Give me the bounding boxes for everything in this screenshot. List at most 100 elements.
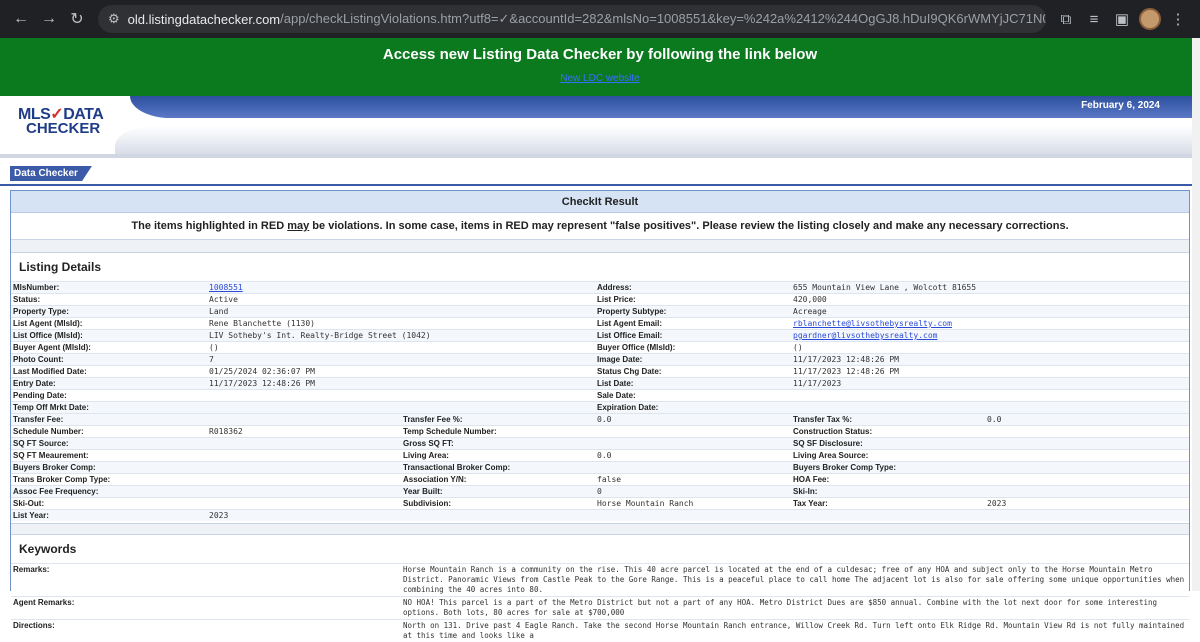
- field-label: Image Date:: [595, 354, 791, 366]
- field-label: Buyer Office (MlsId):: [595, 342, 791, 354]
- listing-details-table-extended: Transfer Fee:Transfer Fee %:0.0Transfer …: [11, 413, 1189, 521]
- field-label: Last Modified Date:: [11, 366, 207, 378]
- field-label: Status:: [11, 294, 207, 306]
- field-value: [595, 462, 791, 474]
- field-value: (): [791, 342, 1189, 354]
- menu-kebab-icon[interactable]: ⋮: [1164, 5, 1192, 33]
- disclaimer-em: may: [287, 220, 309, 232]
- field-label: SQ FT Source:: [11, 438, 207, 450]
- keyword-value: Horse Mountain Ranch is a community on t…: [401, 564, 1189, 597]
- field-value: LIV Sotheby's Int. Realty-Bridge Street …: [207, 330, 595, 342]
- field-label: Expiration Date:: [595, 402, 791, 414]
- keyword-value: North on 131. Drive past 4 Eagle Ranch. …: [401, 620, 1189, 642]
- side-panel-icon[interactable]: ▣: [1108, 5, 1136, 33]
- checkit-panel: CheckIt Result The items highlighted in …: [10, 190, 1190, 591]
- field-value: 11/17/2023 12:48:26 PM: [207, 378, 595, 390]
- logo-checker: CHECKER: [26, 120, 118, 137]
- mls-data-checker-logo[interactable]: MLS✓DATA CHECKER: [18, 104, 118, 144]
- field-value: [985, 438, 1189, 450]
- field-label: Schedule Number:: [11, 426, 207, 438]
- url-path: /app/checkListingViolations.htm?utf8=✓&a…: [280, 11, 1046, 27]
- keyword-label: Directions:: [11, 620, 401, 642]
- field-label: Association Y/N:: [401, 474, 595, 486]
- email-link[interactable]: pgardner@livsothebysrealty.com: [793, 331, 938, 340]
- table-row: Photo Count:7Image Date:11/17/2023 12:48…: [11, 354, 1189, 366]
- field-value: [207, 474, 401, 486]
- field-label: List Office (MlsId):: [11, 330, 207, 342]
- table-row: Buyers Broker Comp:Transactional Broker …: [11, 462, 1189, 474]
- breadcrumb: Data Checker: [0, 166, 1200, 184]
- field-value: 1008551: [207, 282, 595, 294]
- field-label: Temp Schedule Number:: [401, 426, 595, 438]
- table-row: SQ FT Meaurement:Living Area:0.0Living A…: [11, 450, 1189, 462]
- table-row: List Year:2023: [11, 510, 1189, 522]
- keywords-table: Remarks:Horse Mountain Ranch is a commun…: [11, 563, 1189, 642]
- field-label: List Price:: [595, 294, 791, 306]
- keyword-row: Remarks:Horse Mountain Ranch is a commun…: [11, 564, 1189, 597]
- field-value: R018362: [207, 426, 401, 438]
- field-label: Status Chg Date:: [595, 366, 791, 378]
- extensions-icon[interactable]: ⧉: [1052, 5, 1080, 33]
- listing-details-table: MlsNumber:1008551 Address:655 Mountain Vi…: [11, 281, 1189, 413]
- field-value: [791, 390, 1189, 402]
- table-row: Entry Date:11/17/2023 12:48:26 PMList Da…: [11, 378, 1189, 390]
- table-row: Buyer Agent (MlsId):()Buyer Office (MlsI…: [11, 342, 1189, 354]
- field-value: Rene Blanchette (1130): [207, 318, 595, 330]
- field-label: MlsNumber:: [11, 282, 207, 294]
- field-value: [985, 510, 1189, 522]
- reload-icon[interactable]: ↻: [64, 6, 90, 32]
- table-row: List Office (MlsId):LIV Sotheby's Int. R…: [11, 330, 1189, 342]
- reading-list-icon[interactable]: ≡: [1080, 5, 1108, 33]
- field-value: [595, 438, 791, 450]
- listing-details-title: Listing Details: [11, 253, 1189, 281]
- field-value: 11/17/2023 12:48:26 PM: [791, 366, 1189, 378]
- breadcrumb-line: [0, 184, 1200, 186]
- mls-number-link[interactable]: 1008551: [209, 283, 243, 292]
- breadcrumb-data-checker[interactable]: Data Checker: [10, 166, 92, 181]
- field-value: 2023: [207, 510, 401, 522]
- field-label: Tax Year:: [791, 498, 985, 510]
- field-label: Ski-Out:: [11, 498, 207, 510]
- new-ldc-link[interactable]: New LDC website: [560, 73, 639, 84]
- field-label: SQ SF Disclosure:: [791, 438, 985, 450]
- field-label: Pending Date:: [11, 390, 207, 402]
- section-spacer: [11, 239, 1189, 253]
- table-row: Schedule Number:R018362Temp Schedule Num…: [11, 426, 1189, 438]
- keyword-value: NO HOA! This parcel is a part of the Met…: [401, 597, 1189, 620]
- field-label: Trans Broker Comp Type:: [11, 474, 207, 486]
- field-label: Living Area Source:: [791, 450, 985, 462]
- field-label: List Office Email:: [595, 330, 791, 342]
- avatar[interactable]: [1139, 8, 1161, 30]
- field-label: Temp Off Mrkt Date:: [11, 402, 207, 414]
- field-value: [985, 486, 1189, 498]
- keywords-title: Keywords: [11, 535, 1189, 563]
- field-value: [595, 510, 791, 522]
- profile-avatar[interactable]: [1136, 5, 1164, 33]
- field-label: Year Built:: [401, 486, 595, 498]
- field-value: [985, 462, 1189, 474]
- field-label: [791, 510, 985, 522]
- field-value: rblanchette@livsothebysrealty.com: [791, 318, 1189, 330]
- site-info-icon[interactable]: ⚙: [108, 11, 120, 27]
- email-link[interactable]: rblanchette@livsothebysrealty.com: [793, 319, 952, 328]
- address-bar[interactable]: ⚙ old.listingdatachecker.com/app/checkLi…: [98, 5, 1046, 33]
- field-value: 11/17/2023: [791, 378, 1189, 390]
- field-value: [207, 402, 595, 414]
- field-value: 655 Mountain View Lane , Wolcott 81655: [791, 282, 1189, 294]
- page-scrollbar[interactable]: [1192, 38, 1200, 591]
- forward-icon[interactable]: →: [36, 6, 62, 32]
- field-label: Transfer Fee:: [11, 414, 207, 426]
- back-icon[interactable]: ←: [8, 6, 34, 32]
- field-value: 01/25/2024 02:36:07 PM: [207, 366, 595, 378]
- disclaimer-pre: The items highlighted in RED: [131, 220, 287, 232]
- field-value: 2023: [985, 498, 1189, 510]
- field-label: List Agent (MlsId):: [11, 318, 207, 330]
- field-value: 7: [207, 354, 595, 366]
- checkit-title: CheckIt Result: [11, 191, 1189, 213]
- table-row: Property Type:LandProperty Subtype:Acrea…: [11, 306, 1189, 318]
- field-value: [207, 486, 401, 498]
- header-blue-band: February 6, 2024: [130, 96, 1200, 118]
- field-label: Address:: [595, 282, 791, 294]
- field-value: [595, 426, 791, 438]
- field-label: Sale Date:: [595, 390, 791, 402]
